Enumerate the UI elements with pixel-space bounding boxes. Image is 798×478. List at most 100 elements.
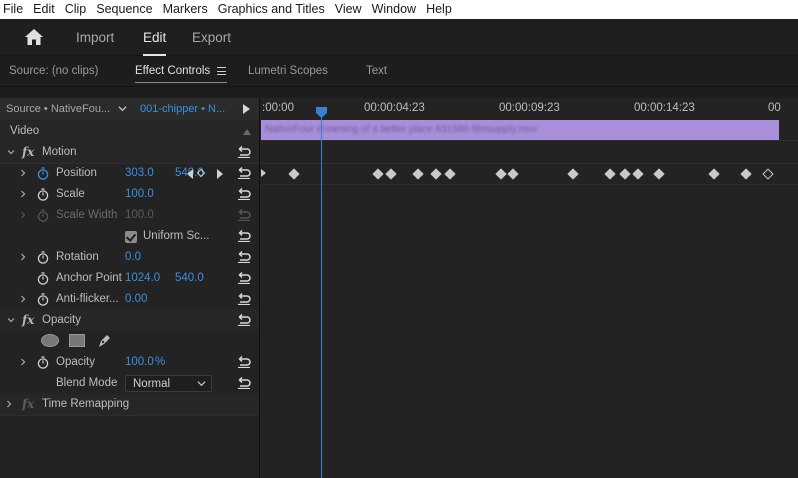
menu-markers[interactable]: Markers	[158, 0, 213, 19]
rectangle-mask-icon[interactable]	[69, 334, 85, 347]
panel-tab-text[interactable]: Text	[366, 57, 387, 87]
reset-icon[interactable]	[237, 188, 251, 200]
tab-export[interactable]: Export	[192, 19, 231, 56]
reset-icon[interactable]	[237, 272, 251, 284]
pen-mask-icon[interactable]	[96, 333, 112, 349]
reset-icon[interactable]	[237, 146, 251, 158]
keyframe[interactable]	[444, 168, 456, 180]
stopwatch-icon[interactable]	[37, 356, 49, 369]
menu-graphics-and-titles[interactable]: Graphics and Titles	[213, 0, 330, 19]
time-ruler[interactable]: :00:00 00:00:04:23 00:00:09:23 00:00:14:…	[260, 98, 798, 120]
menu-sequence[interactable]: Sequence	[91, 0, 157, 19]
scale-width-value: 100.0	[125, 209, 154, 221]
mask-tools-row	[0, 331, 259, 352]
reset-icon[interactable]	[237, 356, 251, 368]
anchor-point-y-value[interactable]: 540.0	[175, 268, 204, 289]
chevron-down-icon[interactable]	[118, 104, 127, 113]
keyframe[interactable]	[430, 168, 442, 180]
chevron-down-icon[interactable]	[7, 316, 15, 324]
keyframe[interactable]	[619, 168, 631, 180]
workspace-bar: Import Edit Export	[0, 19, 798, 56]
reset-icon[interactable]	[237, 314, 251, 326]
reset-icon[interactable]	[237, 251, 251, 263]
sequence-clip-label[interactable]: 001-chipper • N...	[140, 98, 225, 120]
anchor-point-row: Anchor Point 1024.0 540.0	[0, 268, 259, 289]
keyframe[interactable]	[288, 168, 300, 180]
keyframe[interactable]	[740, 168, 752, 180]
effect-controls-timeline[interactable]: :00:00 00:00:04:23 00:00:09:23 00:00:14:…	[259, 98, 798, 478]
blend-mode-select[interactable]: Normal	[125, 375, 212, 392]
opacity-effect-label: Opacity	[42, 314, 81, 326]
stopwatch-icon[interactable]	[37, 251, 49, 264]
tab-import[interactable]: Import	[76, 19, 114, 56]
chevron-down-icon[interactable]	[7, 148, 15, 156]
rotation-value[interactable]: 0.0	[125, 247, 141, 268]
clip-bar[interactable]: NativeFour dreaming of a better place 63…	[261, 120, 779, 140]
panel-tab-lumetri-scopes[interactable]: Lumetri Scopes	[248, 57, 328, 87]
panel-tab-effect-controls[interactable]: Effect Controls	[135, 57, 227, 87]
reset-icon[interactable]	[237, 230, 251, 242]
keyframe[interactable]	[632, 168, 644, 180]
ellipse-mask-icon[interactable]	[41, 334, 59, 347]
menu-help[interactable]: Help	[421, 0, 457, 19]
blend-mode-label: Blend Mode	[56, 377, 118, 389]
panel-tab-bar: Source: (no clips) Effect Controls Lumet…	[0, 57, 798, 87]
motion-effect-row: fx Motion	[0, 142, 259, 163]
position-x-value[interactable]: 303.0	[125, 163, 154, 184]
reset-icon[interactable]	[237, 167, 251, 179]
playhead-handle[interactable]	[316, 107, 327, 118]
menu-view[interactable]: View	[330, 0, 367, 19]
chevron-right-icon[interactable]	[5, 400, 13, 408]
motion-label: Motion	[42, 146, 77, 158]
reset-icon[interactable]	[237, 377, 251, 389]
play-icon[interactable]	[243, 104, 250, 114]
tab-edit[interactable]: Edit	[143, 19, 167, 56]
keyframe[interactable]	[604, 168, 616, 180]
menu-file[interactable]: File	[0, 0, 28, 19]
scroll-up-icon[interactable]	[243, 128, 251, 135]
fx-icon[interactable]: fx	[22, 394, 34, 415]
keyframe[interactable]	[708, 168, 720, 180]
chevron-right-icon[interactable]	[19, 253, 27, 261]
anchor-point-x-value[interactable]: 1024.0	[125, 268, 160, 289]
keyframe[interactable]	[372, 168, 384, 180]
keyframe[interactable]	[507, 168, 519, 180]
position-keyframe-track[interactable]	[260, 163, 798, 184]
menu-edit[interactable]: Edit	[28, 0, 60, 19]
chevron-right-icon[interactable]	[19, 169, 27, 177]
timecode-label: :00:00	[262, 102, 294, 114]
fx-icon[interactable]: fx	[22, 310, 34, 331]
menu-clip[interactable]: Clip	[60, 0, 92, 19]
chevron-right-icon[interactable]	[19, 295, 27, 303]
source-clip-label[interactable]: Source • NativeFou...	[6, 98, 110, 120]
home-icon[interactable]	[24, 28, 44, 46]
anti-flicker-value[interactable]: 0.00	[125, 289, 147, 310]
stopwatch-icon[interactable]	[37, 272, 49, 285]
chevron-right-icon[interactable]	[19, 358, 27, 366]
chevron-right-icon[interactable]	[19, 190, 27, 198]
reset-icon[interactable]	[237, 293, 251, 305]
keyframe[interactable]	[385, 168, 397, 180]
previous-keyframe-icon[interactable]	[187, 169, 193, 179]
panel-tab-source[interactable]: Source: (no clips)	[9, 57, 98, 87]
keyframe[interactable]	[412, 168, 424, 180]
stopwatch-icon[interactable]	[37, 188, 49, 201]
keyframe[interactable]	[653, 168, 665, 180]
effect-controls-pane: Source • NativeFou... 001-chipper • N...…	[0, 98, 259, 478]
separator	[0, 415, 259, 416]
panel-menu-icon[interactable]	[217, 67, 226, 75]
stopwatch-icon[interactable]	[37, 293, 49, 306]
stopwatch-active-icon[interactable]	[37, 167, 49, 180]
next-keyframe-icon[interactable]	[217, 169, 223, 179]
scale-value[interactable]: 100.0	[125, 184, 154, 205]
video-header-label: Video	[10, 125, 40, 137]
keyframe[interactable]	[567, 168, 579, 180]
uniform-scale-checkbox[interactable]	[125, 231, 137, 243]
keyframe[interactable]	[495, 168, 507, 180]
opacity-value[interactable]: 100.0	[125, 352, 154, 373]
menu-window[interactable]: Window	[367, 0, 421, 19]
keyframe[interactable]	[762, 168, 774, 180]
timecode-label: 00	[768, 102, 781, 114]
timecode-label: 00:00:14:23	[634, 102, 695, 114]
fx-icon[interactable]: fx	[22, 142, 34, 163]
